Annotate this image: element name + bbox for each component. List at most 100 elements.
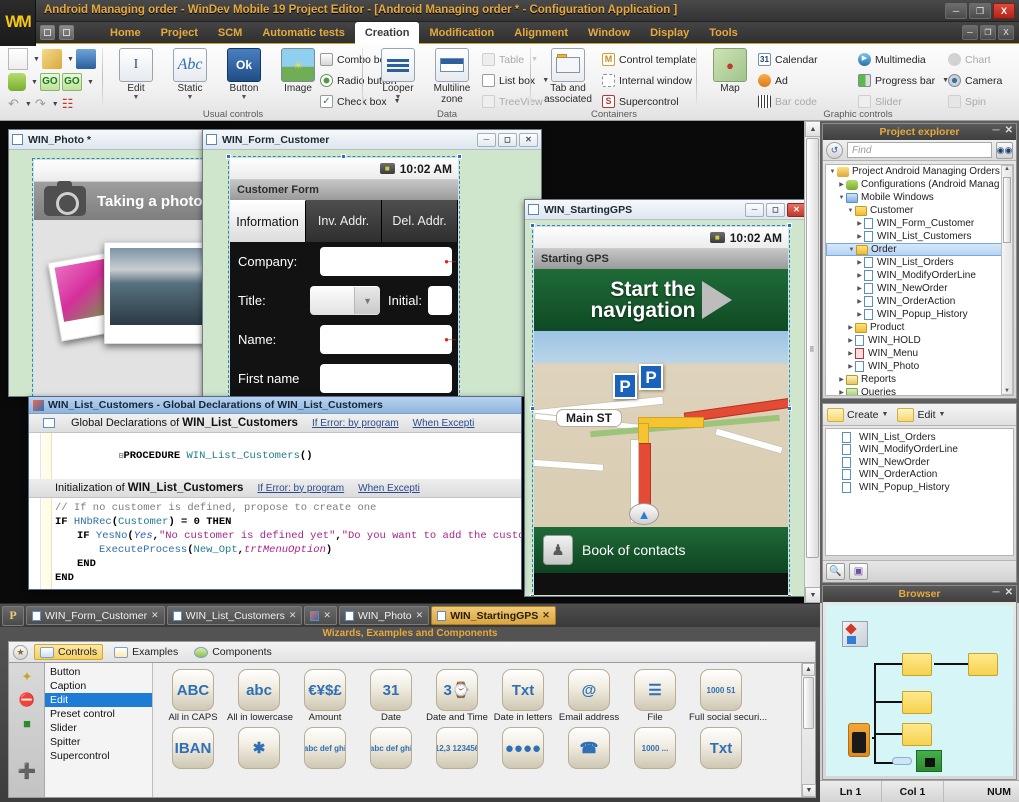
wizards-scrollbar[interactable]: ▲ ▼ (801, 663, 815, 797)
go-test-icon[interactable]: GO (40, 73, 60, 91)
ribbon-button-image[interactable]: ☀ Image (272, 48, 324, 94)
ribbon-tab-alignment[interactable]: Alignment (504, 22, 578, 44)
find-input[interactable]: Find (847, 142, 992, 158)
android-icon[interactable] (8, 73, 26, 91)
edit-caret-icon[interactable]: ▼ (939, 411, 946, 418)
mdi-restore-button[interactable]: ❐ (980, 25, 996, 40)
tree-expand-down-icon[interactable]: ▼ (828, 169, 837, 175)
tree-expand-right-icon[interactable]: ▶ (855, 298, 864, 305)
project-tree-scrollbar[interactable]: ▲ ▼ (1001, 165, 1013, 395)
wizards-item[interactable]: €¥$£Amount (293, 669, 357, 723)
browser-close-icon[interactable]: ✕ (1005, 587, 1013, 598)
workspace-scroll-up-icon[interactable]: ▲ (805, 121, 820, 137)
tree-node-win-list-customers[interactable]: ▶WIN_List_Customers (826, 230, 1013, 243)
wizards-category-edit[interactable]: Edit (45, 693, 152, 707)
chevron-down-icon[interactable]: ▼ (354, 287, 380, 314)
workspace-scroll-down-icon[interactable]: ▼ (805, 587, 820, 603)
tree-expand-right-icon[interactable]: ▶ (846, 337, 855, 344)
binoculars-icon[interactable]: ◉◉ (996, 142, 1013, 159)
close-icon[interactable]: ✕ (289, 610, 297, 621)
ribbon-item-multimedia[interactable]: ▶ Multimedia (858, 51, 926, 68)
create-button[interactable]: Create ▼ (827, 408, 888, 422)
browser-minimize-icon[interactable]: ─ (993, 587, 1000, 598)
gps-maximize-button[interactable]: ◻ (766, 203, 785, 217)
edit-button[interactable]: Edit ▼ (897, 408, 945, 422)
wizards-item[interactable]: TxtDate in letters (491, 669, 555, 723)
tree-scroll-down-icon[interactable]: ▼ (1002, 388, 1012, 394)
redo-caret-icon[interactable]: ▼ (52, 101, 59, 108)
element-list-item[interactable]: WIN_ModifyOrderLine (826, 444, 1013, 457)
tree-expand-down-icon[interactable]: ▼ (837, 195, 846, 201)
workspace-scrollbar[interactable]: ▲ ━━━ ▼ (804, 121, 820, 603)
android-caret-icon[interactable]: ▼ (31, 79, 38, 86)
new-file-icon[interactable] (8, 48, 28, 70)
code-editor-area[interactable]: Global Declarations of WIN_List_Customer… (29, 414, 521, 589)
element-list-item[interactable]: WIN_OrderAction (826, 469, 1013, 482)
wizards-category-button[interactable]: Button (45, 665, 152, 679)
browser-folder-icon[interactable] (902, 653, 932, 676)
save-icon[interactable] (76, 49, 96, 69)
open-folder-icon[interactable] (42, 49, 62, 69)
browser-folder-icon[interactable] (902, 723, 932, 746)
tree-expand-right-icon[interactable]: ▶ (846, 350, 855, 357)
ribbon-tab-automatic-tests[interactable]: Automatic tests (252, 22, 355, 44)
ribbon-item-control-template[interactable]: M Control template (602, 51, 696, 68)
ribbon-button-tab-and-associated[interactable]: Tab and associated (536, 48, 600, 105)
mdi-window-code-editor[interactable]: WIN_List_Customers - Global Declarations… (28, 396, 522, 590)
tree-expand-right-icon[interactable]: ▶ (855, 220, 864, 227)
element-list-item[interactable]: WIN_List_Orders (826, 431, 1013, 444)
tree-node-queries[interactable]: ▶Queries (826, 386, 1013, 396)
tree-node-order[interactable]: ▼Order (826, 243, 1013, 256)
wizards-category-spitter[interactable]: Spitter (45, 735, 152, 749)
document-tab-win_startinggps[interactable]: WIN_StartingGPS✕ (431, 606, 556, 625)
tree-node-customer[interactable]: ▼Customer (826, 204, 1013, 217)
looper-caret-icon[interactable]: ▼ (372, 94, 424, 101)
go-caret-icon[interactable]: ▼ (87, 79, 94, 86)
wizards-category-slider[interactable]: Slider (45, 721, 152, 735)
mdi-window-photo[interactable]: WIN_Photo * ■ Taking a photo (8, 129, 223, 397)
tree-node-win-form-customer[interactable]: ▶WIN_Form_Customer (826, 217, 1013, 230)
refresh-icon[interactable]: ↺ (826, 142, 843, 159)
wizards-item[interactable]: ☰File (623, 669, 687, 723)
add-icon[interactable]: ➕ (16, 761, 38, 781)
document-tab-win_photo[interactable]: WIN_Photo✕ (339, 606, 429, 625)
tree-node-project-android-managing-orders[interactable]: ▼Project Android Managing Orders (826, 165, 1013, 178)
wizards-item[interactable]: ☎ (557, 727, 621, 771)
wizards-item[interactable]: ABCAll in CAPS (161, 669, 225, 723)
close-icon[interactable]: ✕ (151, 610, 159, 621)
wizards-item[interactable]: Txt (689, 727, 753, 771)
wizards-item[interactable]: 1000 51Full social securi... (689, 669, 753, 723)
tree-node-win-popup-history[interactable]: ▶WIN_Popup_History (826, 308, 1013, 321)
tree-node-win-modifyorderline[interactable]: ▶WIN_ModifyOrderLine (826, 269, 1013, 282)
maximize-button[interactable]: ❐ (969, 3, 991, 19)
tree-scroll-thumb[interactable] (1003, 177, 1011, 243)
tree-expand-right-icon[interactable]: ▶ (855, 272, 864, 279)
tree-expand-right-icon[interactable]: ▶ (855, 233, 864, 240)
tree-expand-right-icon[interactable]: ▶ (837, 389, 846, 396)
button-dropdown-caret-icon[interactable]: ▼ (218, 94, 270, 101)
element-list-item[interactable]: WIN_NewOrder (826, 456, 1013, 469)
wizards-scroll-thumb[interactable] (803, 677, 814, 729)
customer-minimize-button[interactable]: ─ (477, 133, 496, 147)
ribbon-tab-project[interactable]: Project (151, 22, 208, 44)
ribbon-button-static[interactable]: Abc Static ▼ (164, 48, 216, 101)
wizards-item[interactable]: @Email address (557, 669, 621, 723)
ribbon-tab-display[interactable]: Display (640, 22, 699, 44)
ribbon-item-calendar[interactable]: 31 Calendar (758, 51, 818, 68)
gauge-icon[interactable]: ■ (16, 713, 38, 733)
customer-tab-0[interactable]: Information (230, 200, 306, 242)
create-caret-icon[interactable]: ▼ (882, 411, 889, 418)
tree-node-reports[interactable]: ▶Reports (826, 373, 1013, 386)
wizards-category-preset-control[interactable]: Preset control (45, 707, 152, 721)
open-caret-icon[interactable]: ▼ (67, 56, 74, 63)
close-button[interactable]: X (993, 3, 1015, 19)
ribbon-item-supercontrol[interactable]: S Supercontrol (602, 93, 679, 110)
wizards-item[interactable]: abc def ghi (293, 727, 357, 771)
name-input[interactable] (320, 325, 452, 354)
project-tree[interactable]: ▼Project Android Managing Orders▶Configu… (825, 164, 1014, 396)
customer-tab-1[interactable]: Inv. Addr. (306, 200, 382, 242)
close-icon[interactable]: ✕ (323, 610, 331, 621)
document-tab-win_list_customers[interactable]: WIN_List_Customers✕ (167, 606, 303, 625)
tree-node-product[interactable]: ▶Product (826, 321, 1013, 334)
redo-icon[interactable]: ↷ (35, 96, 46, 112)
